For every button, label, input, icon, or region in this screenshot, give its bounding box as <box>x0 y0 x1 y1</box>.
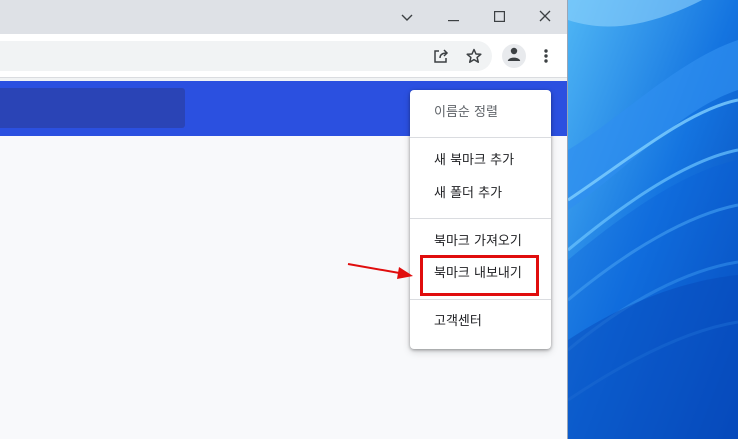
highlight-box <box>420 255 539 296</box>
browser-toolbar <box>0 34 567 78</box>
menu-item-import-bookmarks[interactable]: 북마크 가져오기 <box>410 228 551 256</box>
maximize-button[interactable] <box>476 0 522 32</box>
maximize-icon <box>493 7 505 26</box>
tab-search-button[interactable] <box>384 0 430 32</box>
menu-item-sort-by-name[interactable]: 이름순 정렬 <box>410 99 551 127</box>
bookmark-options-menu: 이름순 정렬 새 북마크 추가 새 폴더 추가 북마크 가져오기 북마크 내보내… <box>410 90 551 349</box>
address-bar[interactable] <box>0 41 492 71</box>
menu-divider <box>410 299 551 300</box>
menu-item-add-folder[interactable]: 새 폴더 추가 <box>410 180 551 208</box>
desktop-wallpaper <box>568 0 738 439</box>
menu-divider <box>410 137 551 138</box>
minimize-icon <box>447 7 459 26</box>
pointer-arrow-icon <box>345 258 417 288</box>
more-vertical-icon[interactable] <box>537 47 555 65</box>
menu-item-help-center[interactable]: 고객센터 <box>410 308 551 336</box>
share-icon[interactable] <box>432 47 450 65</box>
close-button[interactable] <box>522 0 567 32</box>
minimize-button[interactable] <box>430 0 476 32</box>
menu-item-add-bookmark[interactable]: 새 북마크 추가 <box>410 147 551 175</box>
menu-divider <box>410 218 551 219</box>
chevron-down-icon <box>401 7 413 26</box>
avatar-icon <box>506 46 522 66</box>
star-icon[interactable] <box>465 47 483 65</box>
title-bar <box>0 0 567 34</box>
close-icon <box>539 7 551 26</box>
screen: 이름순 정렬 새 북마크 추가 새 폴더 추가 북마크 가져오기 북마크 내보내… <box>0 0 738 439</box>
profile-button[interactable] <box>502 44 526 68</box>
bookmark-search-box[interactable] <box>0 88 185 128</box>
